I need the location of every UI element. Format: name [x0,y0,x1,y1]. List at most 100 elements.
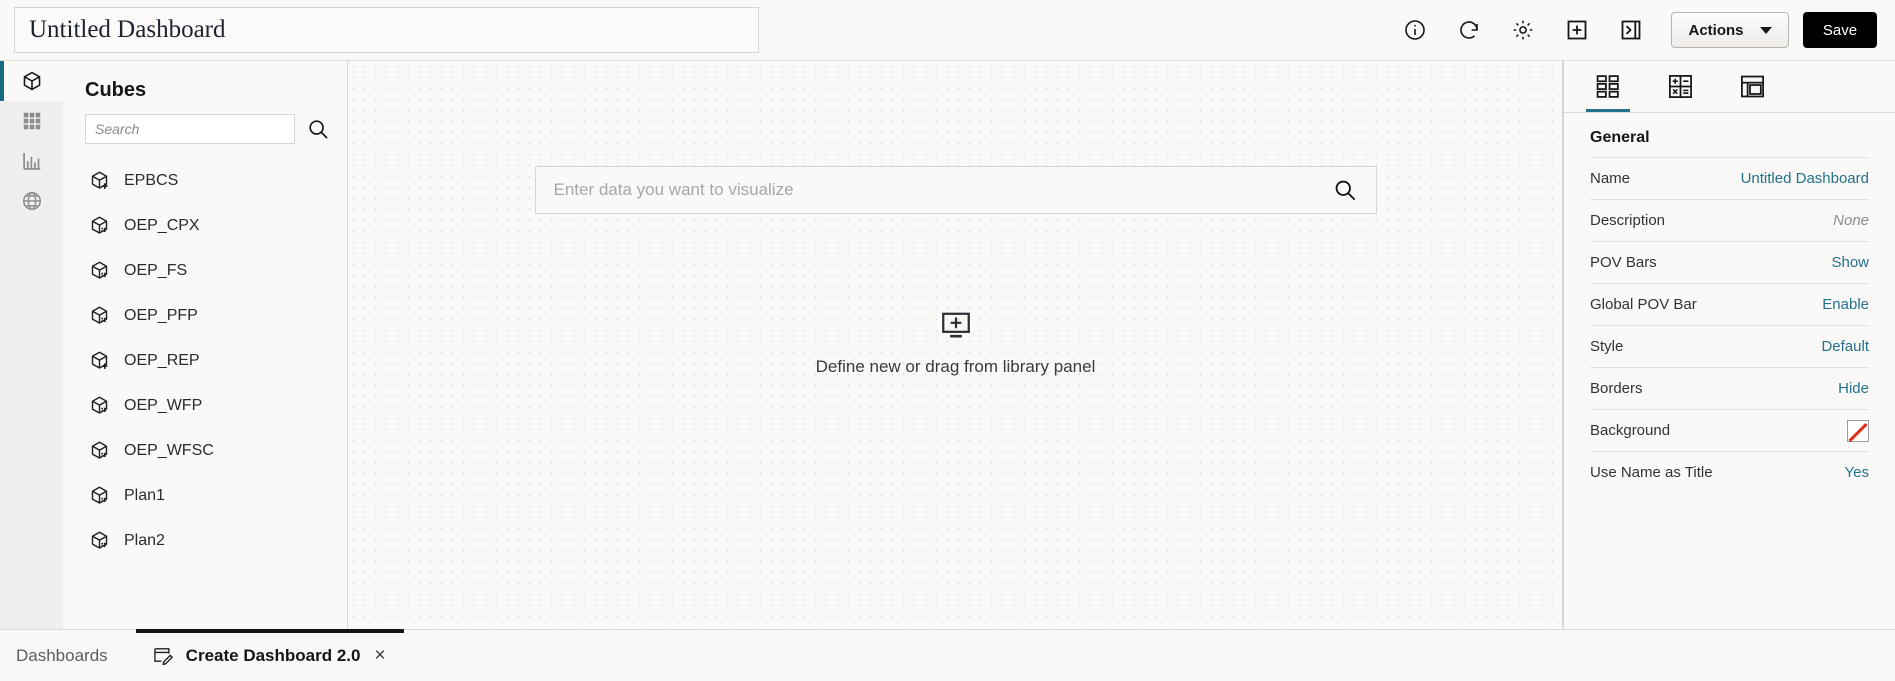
property-value[interactable]: Hide [1838,380,1869,397]
rail-item-cubes[interactable] [0,61,63,101]
library-search-input[interactable] [85,114,295,144]
globe-icon [21,190,43,212]
tab-general[interactable] [1572,60,1644,112]
list-item-label: OEP_WFSC [124,441,214,459]
search-icon[interactable] [1330,175,1360,205]
chevron-down-icon [1759,26,1772,34]
rail-item-forms[interactable] [0,101,63,141]
canvas-content: Define new or drag from library panel [348,61,1563,629]
cube-grid-icon [89,395,110,416]
actions-button-label: Actions [1688,21,1744,39]
calculator-icon [1667,73,1694,100]
cube-grid-icon [89,440,110,461]
property-key: Borders [1590,380,1643,397]
gear-icon[interactable] [1509,16,1537,44]
list-item[interactable]: Plan2 [63,518,347,563]
cube-grid-icon [89,530,110,551]
property-value[interactable]: Yes [1845,464,1869,481]
grid-icon [21,110,43,132]
list-item-label: Plan1 [124,486,165,504]
tab-create-dashboard[interactable]: Create Dashboard 2.0 × [135,629,404,681]
library-title: Cubes [85,79,147,101]
properties-rows: Name Untitled Dashboard Description None… [1564,157,1895,493]
workspace: Cubes EPBCS [0,60,1895,629]
tab-calculation[interactable] [1644,60,1716,112]
property-row-name: Name Untitled Dashboard [1590,157,1869,199]
property-row-style: Style Default [1590,325,1869,367]
properties-panel: General Name Untitled Dashboard Descript… [1563,60,1895,629]
dropzone[interactable]: Define new or drag from library panel [815,309,1096,377]
cube-list: EPBCS OEP_CPX OEP_FS OEP_PFP OEP_REP OEP… [63,158,347,629]
rail-item-charts[interactable] [0,141,63,181]
dashboard-title-input[interactable] [14,7,759,53]
bar-chart-icon [21,150,43,172]
cube-grid-icon [89,485,110,506]
list-item-label: Plan2 [124,531,165,549]
list-item[interactable]: OEP_WFSC [63,428,347,473]
save-button-label: Save [1822,21,1858,39]
breadcrumb[interactable]: Dashboards [0,630,136,681]
panel-layout-icon [1739,73,1766,100]
breadcrumb-label: Dashboards [16,645,108,665]
list-item[interactable]: OEP_REP [63,338,347,383]
property-value[interactable]: Untitled Dashboard [1741,170,1869,187]
tab-layout[interactable] [1716,60,1788,112]
bottom-tab-bar: Dashboards Create Dashboard 2.0 × [0,629,1895,681]
cube-add-icon [89,350,110,371]
property-key: Use Name as Title [1590,464,1713,481]
actions-button[interactable]: Actions [1671,12,1789,48]
list-item[interactable]: OEP_WFP [63,383,347,428]
visualize-search-box[interactable] [534,166,1377,214]
library-search-row [63,114,347,144]
property-key: Style [1590,338,1624,355]
search-icon[interactable] [305,116,331,142]
property-key: Name [1590,170,1631,187]
list-item-label: EPBCS [124,171,179,189]
property-key: Background [1590,422,1671,439]
properties-section-title: General [1590,129,1650,146]
layout-blocks-icon [1595,73,1622,100]
info-icon[interactable] [1401,16,1429,44]
list-item-label: OEP_PFP [124,306,198,324]
property-value[interactable]: None [1833,212,1869,229]
list-item-label: OEP_WFP [124,396,203,414]
toolbar-icon-group [1401,16,1645,44]
rail-item-global[interactable] [0,181,63,221]
property-key: Global POV Bar [1590,296,1697,313]
properties-tabs [1564,61,1895,113]
close-icon[interactable]: × [372,646,387,665]
property-value[interactable]: Default [1821,338,1869,355]
property-row-borders: Borders Hide [1590,367,1869,409]
list-item-label: OEP_CPX [124,216,200,234]
list-item[interactable]: OEP_CPX [63,203,347,248]
visualize-search-input[interactable] [553,180,1330,200]
list-item[interactable]: EPBCS [63,158,347,203]
dropzone-label: Define new or drag from library panel [815,357,1096,376]
property-value[interactable]: Show [1831,254,1869,271]
top-toolbar: Actions Save [0,0,1895,60]
dashboard-canvas[interactable]: Define new or drag from library panel [348,60,1563,629]
property-row-background: Background [1590,409,1869,451]
refresh-icon[interactable] [1455,16,1483,44]
save-button[interactable]: Save [1803,12,1877,48]
cube-icon [21,70,43,92]
dashboard-designer-app: Actions Save [0,0,1895,681]
cube-add-icon [89,170,110,191]
property-row-description: Description None [1590,199,1869,241]
left-rail [0,60,63,629]
list-item[interactable]: OEP_PFP [63,293,347,338]
property-key: Description [1590,212,1666,229]
cube-grid-icon [89,215,110,236]
list-item[interactable]: Plan1 [63,473,347,518]
add-panel-icon[interactable] [1563,16,1591,44]
property-row-pov-bars: POV Bars Show [1590,241,1869,283]
cube-grid-icon [89,305,110,326]
property-value[interactable]: Enable [1822,296,1869,313]
property-row-use-name-as-title: Use Name as Title Yes [1590,451,1869,493]
list-item-label: OEP_FS [124,261,188,279]
list-item[interactable]: OEP_FS [63,248,347,293]
property-row-global-pov-bar: Global POV Bar Enable [1590,283,1869,325]
background-color-swatch[interactable] [1847,419,1869,442]
collapse-panel-icon[interactable] [1617,16,1645,44]
add-object-icon [939,309,973,343]
